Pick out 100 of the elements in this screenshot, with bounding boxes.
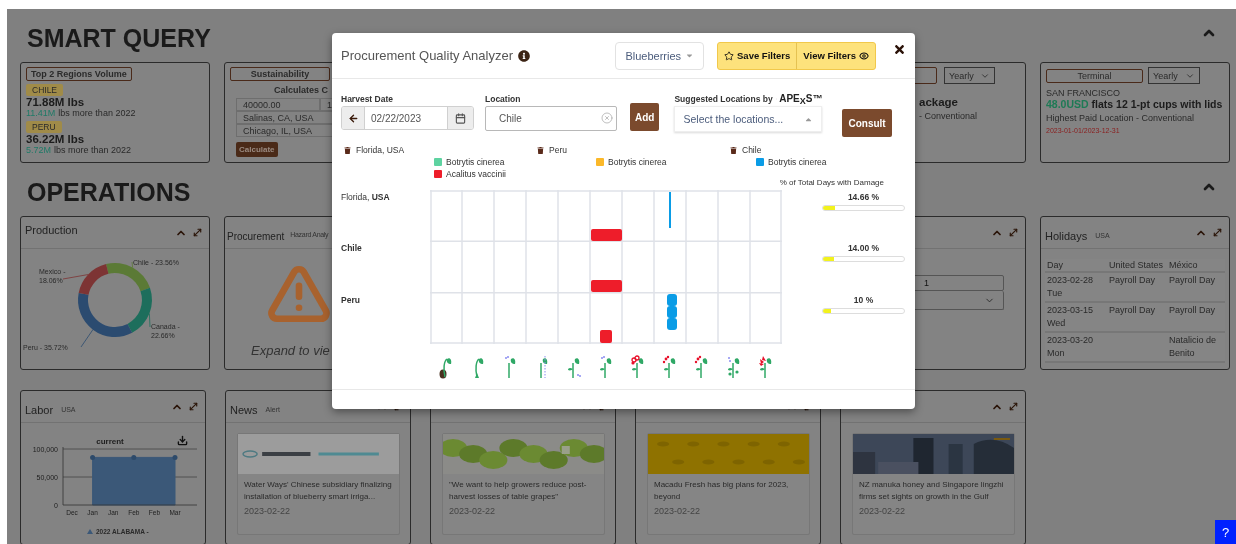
previous-date-button[interactable]	[342, 107, 364, 129]
calendar-button[interactable]	[448, 107, 473, 129]
volume-value: 71.88M lbs	[26, 96, 85, 108]
crop-dropdown[interactable]: Blueberries	[615, 41, 704, 70]
flowering-plant-icon	[758, 355, 774, 379]
plant-icon	[598, 355, 614, 379]
card-heading: Calculates C	[273, 85, 329, 95]
period-select[interactable]: Yearly	[944, 67, 995, 84]
calculate-button[interactable]: Calculate	[236, 142, 278, 157]
region-tag: PERU	[26, 121, 62, 133]
legend-location: Peru	[549, 145, 567, 155]
expand-icon[interactable]	[1212, 227, 1223, 238]
city-name: SAN FRANCISCO	[1046, 88, 1120, 98]
row-label: Chile	[341, 243, 362, 254]
column-heading: % of Total Days with Damage	[779, 178, 884, 187]
news-headline[interactable]: Water Ways' Chinese subsidiary finalizing installation of blueberry smart irriga...	[238, 474, 399, 503]
legend-label: Botrytis cinerea	[768, 157, 827, 167]
news-card[interactable]: NZ manuka honey and Singapore lingzhi firms set sights on growth in the Gulf 2023-02-22	[852, 433, 1015, 535]
percent-reading: 14.66 %	[847, 192, 880, 202]
news-headline[interactable]: NZ manuka honey and Singapore lingzhi firms set sights on growth in the Gulf	[853, 474, 1014, 503]
flowering-plant-icon	[630, 355, 646, 379]
plant-icon	[502, 355, 518, 379]
field-label: Suggested Locations by	[674, 94, 773, 104]
region-tag: CHILE	[26, 84, 64, 96]
amount-cell: 40000.00	[236, 98, 320, 111]
seed-sprout-icon	[438, 355, 454, 379]
legend-marker-icon	[87, 529, 93, 534]
brand-name: APE$_{X}$S™	[779, 92, 823, 106]
arrow-left-icon	[347, 112, 359, 124]
info-icon[interactable]	[517, 49, 530, 62]
data-point	[131, 454, 137, 460]
price-subline: Highest Paid Location - Conventional	[1046, 113, 1195, 123]
news-headline[interactable]: Macadu Fresh has big plans for 2023, beyond	[648, 474, 809, 503]
trash-icon[interactable]	[537, 146, 544, 154]
calendar-icon	[455, 112, 466, 124]
caret-icon	[685, 51, 694, 60]
table-cell-text: Payroll Day	[1109, 274, 1156, 287]
chart-title: current	[96, 437, 124, 446]
table-cell-text: 2023-03-20 Mon	[1047, 334, 1095, 360]
flowering-plant-icon	[694, 355, 710, 379]
news-date: 2023-02-22	[653, 505, 702, 516]
percent-reading: 14.00 %	[847, 243, 880, 254]
data-point	[90, 454, 96, 460]
change-value: 11.41M	[26, 108, 56, 118]
price-value: 48.0USD	[1046, 98, 1089, 110]
select-placeholder: Select the locations...	[683, 113, 784, 125]
period-select[interactable]: Yearly	[1148, 67, 1200, 84]
expand-icon[interactable]	[1008, 227, 1019, 238]
consult-button[interactable]: Consult	[842, 109, 892, 137]
view-filters-button[interactable]: View Filters	[796, 42, 875, 69]
news-date: 2023-02-22	[858, 505, 907, 516]
news-headline[interactable]: "We want to help growers reduce post-harvest losses of table grapes"	[443, 474, 604, 503]
card-title: Production	[25, 224, 78, 236]
change-value: 5.72M	[26, 145, 51, 155]
save-filters-button[interactable]: Save Filters	[718, 42, 797, 69]
download-icon[interactable]	[178, 436, 187, 445]
leader-line	[62, 274, 89, 280]
eye-icon	[859, 50, 869, 61]
location-field[interactable]: Chile	[485, 106, 617, 131]
legend-location: Florida, USA	[356, 145, 405, 155]
card-title: Procurement	[227, 230, 285, 242]
leader-line	[80, 329, 94, 348]
leader-line	[149, 313, 151, 328]
card-title: Top 2 Regions Volume	[26, 67, 132, 81]
package-headline: ackage	[918, 96, 958, 108]
news-card[interactable]: "We want to help growers reduce post-harvest losses of table grapes" 2023-02-22	[442, 433, 605, 535]
date-picker[interactable]: 02/22/2023	[341, 106, 474, 130]
news-card[interactable]: Water Ways' Chinese subsidiary finalizing installation of blueberry smart irriga... 2023-02-22	[237, 433, 400, 535]
table-cell-text: Payroll Day	[1169, 274, 1216, 287]
expand-icon[interactable]	[192, 227, 203, 238]
table-cell-text: 2023-03-15 Wed	[1047, 304, 1095, 330]
help-button[interactable]: ?	[1215, 520, 1236, 544]
expand-icon[interactable]	[1008, 401, 1019, 412]
table-cell-text: 2023-02-28 Tue	[1047, 274, 1095, 300]
card-title: Labor	[25, 404, 54, 416]
news-date: 2023-02-22	[448, 505, 497, 516]
close-button[interactable]	[893, 43, 906, 56]
column-header: México	[1169, 260, 1199, 270]
section-title: SMART QUERY	[27, 24, 211, 53]
row-label: Peru	[341, 294, 360, 305]
section-title: OPERATIONS	[27, 178, 191, 207]
trash-icon[interactable]	[344, 146, 351, 154]
locations-select[interactable]: Select the locations...	[674, 106, 823, 132]
expand-icon[interactable]	[188, 401, 199, 412]
column-header: United States	[1109, 260, 1165, 270]
fruiting-plant-icon	[726, 355, 742, 379]
dialog-title: Procurement Quality Analyzer	[341, 48, 513, 63]
card-title: Holidays	[1045, 230, 1088, 242]
card-title: News	[230, 404, 258, 416]
legend-label: Botrytis cinerea	[446, 157, 505, 167]
news-card[interactable]: Macadu Fresh has big plans for 2023, beyond 2023-02-22	[647, 433, 810, 535]
expand-hint: Expand to vie	[250, 343, 331, 358]
leader-line	[131, 261, 133, 268]
date-field[interactable]: 02/22/2023	[364, 107, 448, 129]
add-button[interactable]: Add	[630, 103, 660, 131]
percent-reading: 10 %	[853, 294, 874, 305]
trash-icon[interactable]	[730, 146, 737, 154]
news-date: 2023-02-22	[243, 505, 292, 516]
product-name: flats 12 1-pt cups with lids	[1091, 98, 1223, 110]
flowering-plant-icon	[662, 355, 678, 379]
